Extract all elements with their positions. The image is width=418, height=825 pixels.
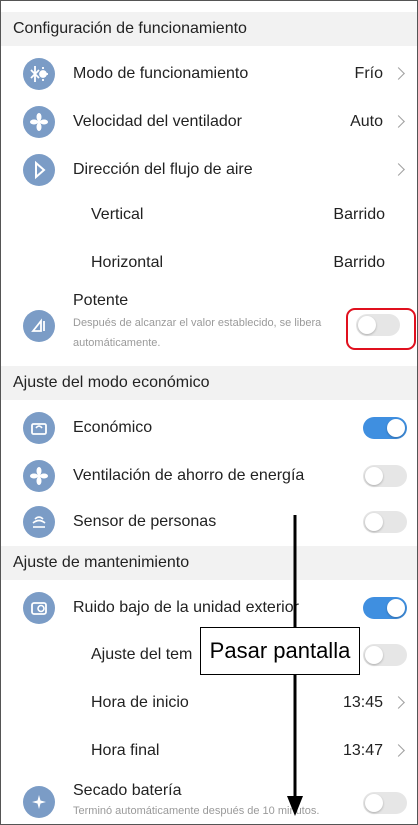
airflow-icon [23,154,55,186]
mode-value: Frío [354,65,383,82]
coil-dry-row: Secado batería Terminó automáticamente d… [1,776,417,824]
energy-ventilation-toggle[interactable] [363,465,407,487]
outdoor-quiet-toggle[interactable] [363,597,407,619]
person-sensor-label: Sensor de personas [73,513,217,530]
schedule-label: Ajuste del tem [91,646,193,663]
scroll-hint-callout: Pasar pantalla [200,627,360,675]
airflow-row[interactable]: Dirección del flujo de aire [1,148,417,192]
section-title: Configuración de funcionamiento [13,20,247,37]
energy-ventilation-label: Ventilación de ahorro de energía [73,467,305,484]
section-header-maintenance: Ajuste de mantenimiento [1,546,417,580]
fan-speed-label: Velocidad del ventilador [73,113,243,130]
start-time-label: Hora de inicio [91,694,189,711]
outdoor-unit-icon [23,592,55,624]
horizontal-value: Barrido [333,254,385,271]
start-time-value: 13:45 [342,694,383,711]
section-header-economy: Ajuste del modo económico [1,366,417,400]
eco-row: Económico [1,406,417,450]
outdoor-quiet-label: Ruido bajo de la unidad exterior [73,599,299,616]
fan-icon [23,106,55,138]
chevron-right-icon [392,67,405,80]
coil-dry-label: Secado batería [73,782,182,799]
fan-speed-row[interactable]: Velocidad del ventilador Auto [1,100,417,144]
vertical-value: Barrido [333,206,385,223]
horizontal-label: Horizontal [91,254,164,271]
person-sensor-toggle[interactable] [363,511,407,533]
section-header-operation: Configuración de funcionamiento [1,12,417,46]
coil-dry-description: Terminó automáticamente después de 10 mi… [73,805,320,817]
energy-ventilation-row: Ventilación de ahorro de energía [1,454,417,498]
mode-label: Modo de funcionamiento [73,65,249,82]
eco-toggle[interactable] [363,417,407,439]
section-title: Ajuste de mantenimiento [13,554,190,571]
person-sensor-row: Sensor de personas [1,500,417,544]
end-time-value: 13:47 [342,742,383,759]
airflow-label: Dirección del flujo de aire [73,161,253,178]
chevron-right-icon [392,163,405,176]
powerful-description-cont: automáticamente. [73,337,161,349]
powerful-label: Potente [73,292,129,309]
vertical-row[interactable]: Vertical Barrido [1,192,417,238]
eco-icon [23,412,55,444]
horizontal-row[interactable]: Horizontal Barrido [1,240,417,286]
vertical-label: Vertical [91,206,144,223]
schedule-toggle[interactable] [363,644,407,666]
sensor-icon [23,506,55,538]
fan-speed-value: Auto [350,113,383,130]
powerful-icon [23,310,55,342]
scroll-hint-text: Pasar pantalla [209,638,351,663]
powerful-description: Después de alcanzar el valor establecido… [73,317,322,329]
highlight-box [346,308,416,350]
end-time-label: Hora final [91,742,160,759]
chevron-right-icon [392,744,405,757]
end-time-row[interactable]: Hora final 13:47 [1,728,417,774]
eco-label: Económico [73,419,153,436]
section-title: Ajuste del modo económico [13,374,210,391]
snowflake-sun-icon [23,58,55,90]
sparkle-icon [23,786,55,818]
mode-row[interactable]: Modo de funcionamiento Frío [1,52,417,96]
chevron-right-icon [392,696,405,709]
fan-icon [23,460,55,492]
outdoor-quiet-row: Ruido bajo de la unidad exterior [1,586,417,630]
start-time-row[interactable]: Hora de inicio 13:45 [1,680,417,726]
coil-dry-toggle[interactable] [363,792,407,814]
chevron-right-icon [392,115,405,128]
